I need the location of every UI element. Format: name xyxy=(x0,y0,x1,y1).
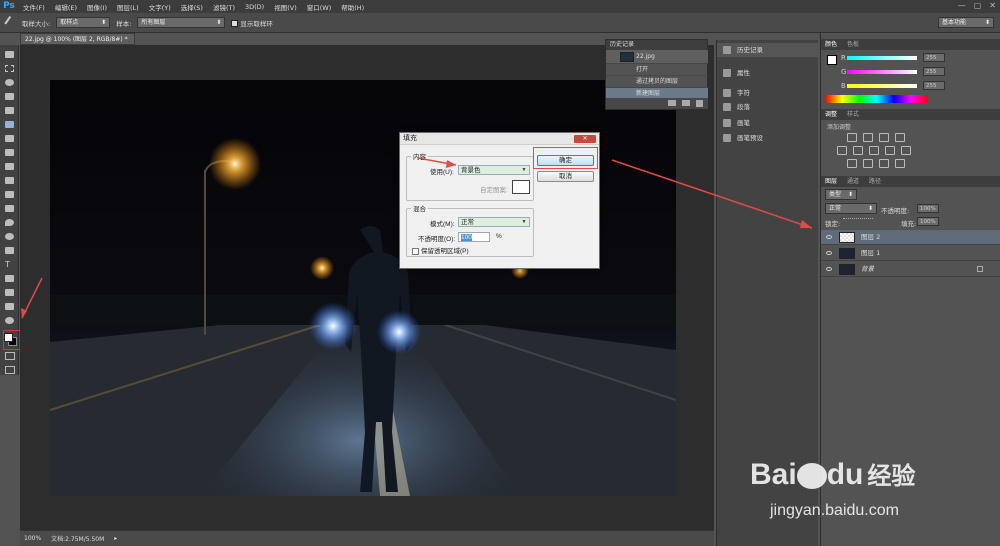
watermark-url: jingyan.baidu.com xyxy=(770,502,899,519)
baidu-watermark: Bai du 经验 jingyan.baidu.com xyxy=(740,450,1000,530)
arrow-to-layers xyxy=(611,159,813,229)
watermark-logo: Bai du 经验 xyxy=(750,458,916,491)
paw-icon xyxy=(796,463,827,490)
arrowhead xyxy=(800,220,812,228)
